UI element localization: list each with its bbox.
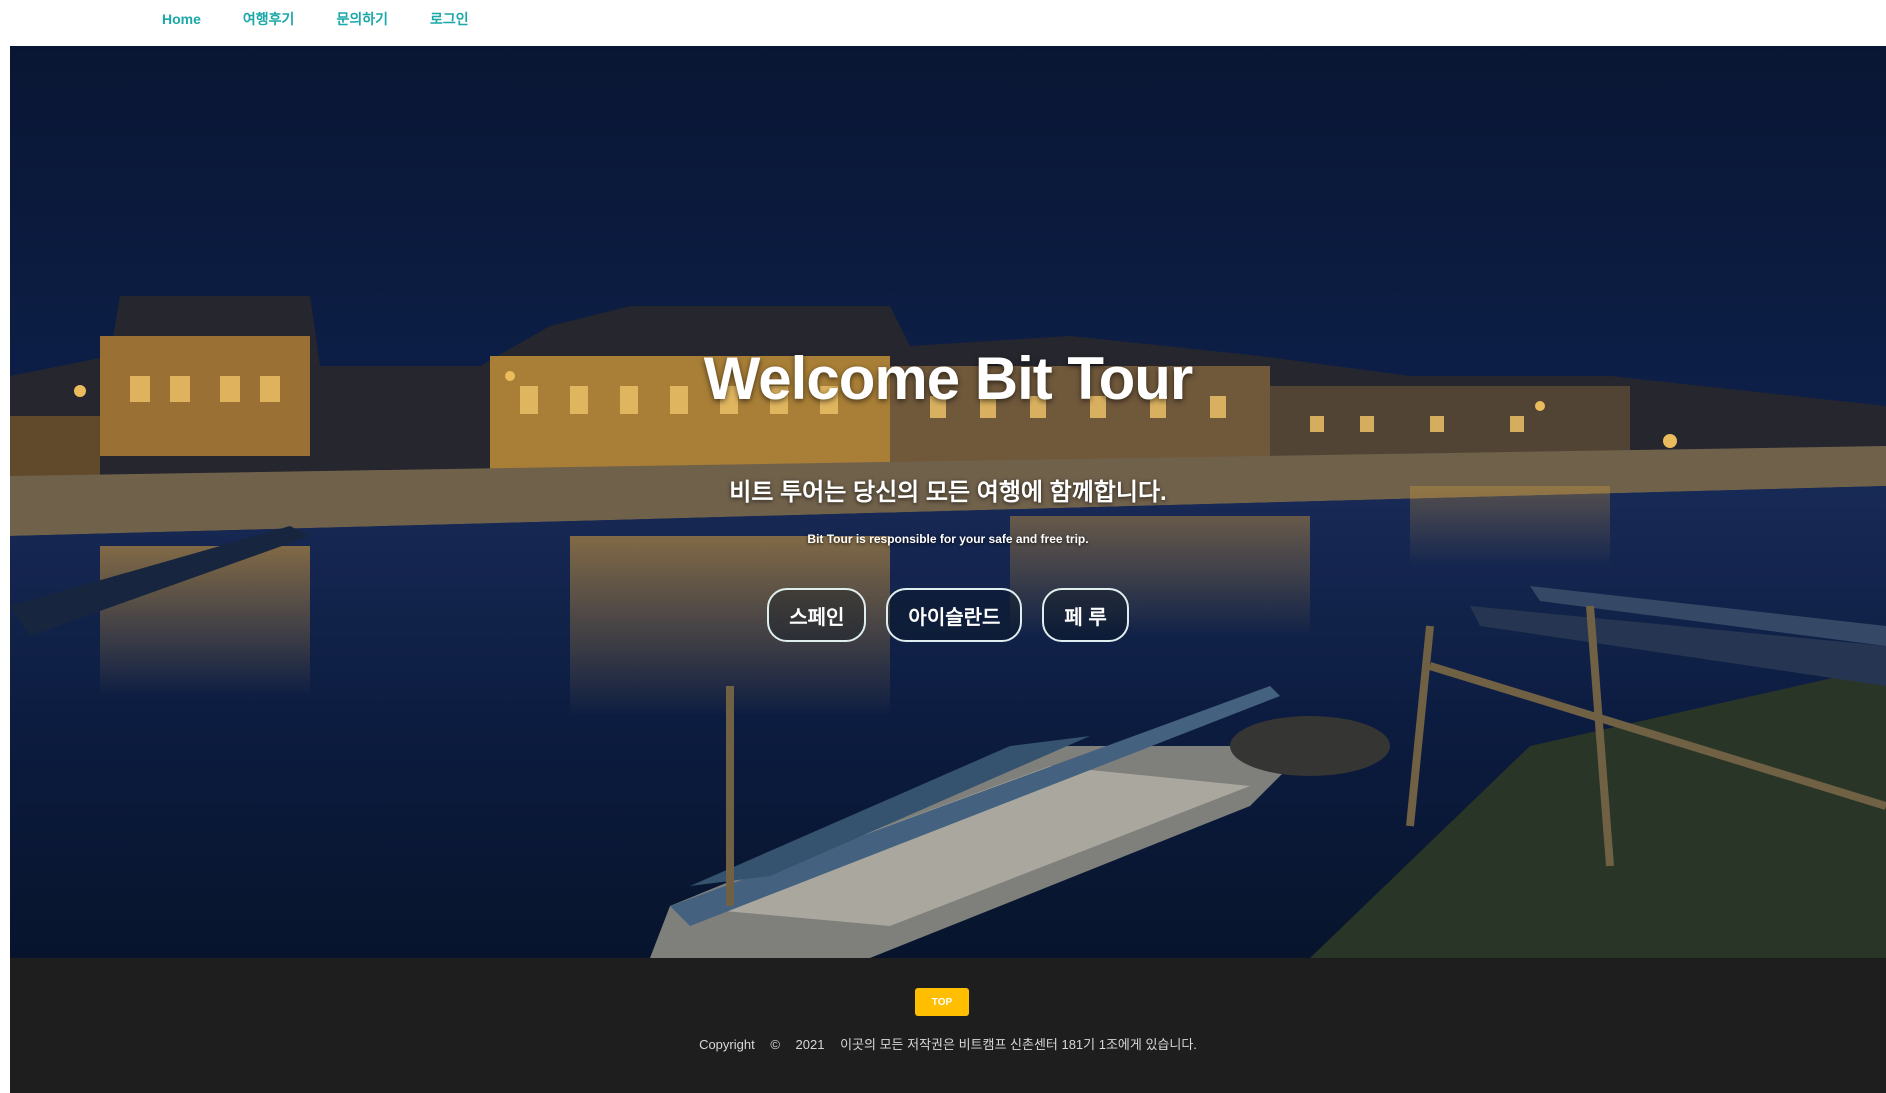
nav-link-home[interactable]: Home bbox=[162, 10, 201, 28]
nav-link-reviews[interactable]: 여행후기 bbox=[243, 10, 295, 28]
nav-link-contact[interactable]: 문의하기 bbox=[336, 10, 388, 28]
destination-buttons: 스페인 아이슬란드 페 루 bbox=[10, 588, 1886, 642]
destination-button-peru[interactable]: 페 루 bbox=[1042, 588, 1129, 642]
hero-tagline: Bit Tour is responsible for your safe an… bbox=[807, 532, 1089, 546]
scroll-top-button[interactable]: TOP bbox=[915, 988, 969, 1016]
footer: TOP Copyright © 2021 이곳의 모든 저작권은 비트캠프 신촌… bbox=[10, 958, 1886, 1093]
copyright-text: Copyright © 2021 이곳의 모든 저작권은 비트캠프 신촌센터 1… bbox=[10, 1034, 1886, 1053]
top-navigation: Home 여행후기 문의하기 로그인 bbox=[0, 0, 1886, 46]
copyright-label: Copyright bbox=[699, 1037, 755, 1052]
destination-button-iceland[interactable]: 아이슬란드 bbox=[886, 588, 1023, 642]
hero-subtitle: 비트 투어는 당신의 모든 여행에 함께합니다. bbox=[729, 479, 1167, 506]
nav-link-login[interactable]: 로그인 bbox=[430, 10, 469, 28]
hero-title: Welcome Bit Tour bbox=[703, 345, 1194, 412]
copyright-year: 2021 bbox=[795, 1037, 825, 1052]
hero-section: Welcome Bit Tour 비트 투어는 당신의 모든 여행에 함께합니다… bbox=[10, 46, 1886, 958]
destination-button-spain[interactable]: 스페인 bbox=[767, 588, 867, 642]
copyright-icon: © bbox=[770, 1037, 780, 1052]
hero-content: Welcome Bit Tour 비트 투어는 당신의 모든 여행에 함께합니다… bbox=[10, 46, 1886, 958]
nav-menu: Home 여행후기 문의하기 로그인 bbox=[162, 10, 511, 28]
copyright-notice: 이곳의 모든 저작권은 비트캠프 신촌센터 181기 1조에게 있습니다. bbox=[840, 1037, 1197, 1052]
